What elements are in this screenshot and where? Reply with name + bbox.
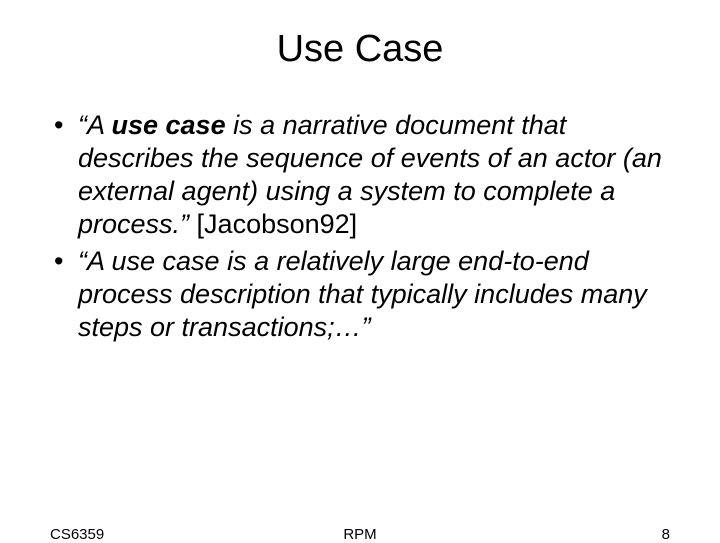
bullet-term: use case <box>112 110 226 140</box>
bullet-list: “A use case is a narrative document that… <box>0 109 720 344</box>
slide: Use Case “A use case is a narrative docu… <box>0 0 720 540</box>
bullet-item: “A use case is a relatively large end-to… <box>50 245 670 344</box>
page-number: 8 <box>662 526 670 543</box>
bullet-text: “A use case is a relatively large end-to… <box>78 246 647 342</box>
slide-title: Use Case <box>0 0 720 91</box>
bullet-citation: [Jacobson92] <box>197 209 358 239</box>
bullet-item: “A use case is a narrative document that… <box>50 109 670 241</box>
bullet-text-prefix: “A <box>78 110 112 140</box>
footer-author: RPM <box>0 526 720 543</box>
